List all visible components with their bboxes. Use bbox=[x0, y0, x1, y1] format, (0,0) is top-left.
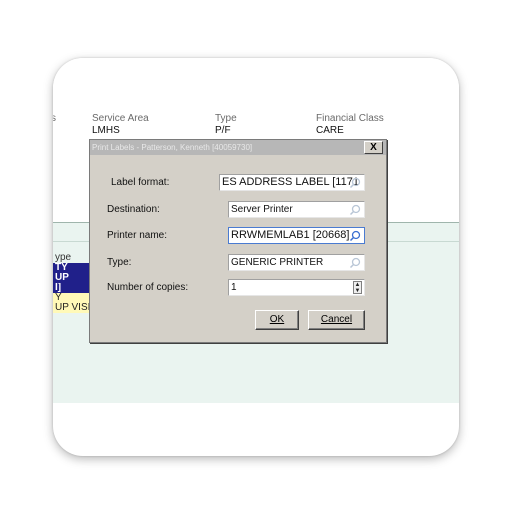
print-labels-dialog: Print Labels - Patterson, Kenneth [40059… bbox=[89, 139, 387, 343]
label-format-field[interactable]: ES ADDRESS LABEL [1171 bbox=[219, 174, 365, 191]
list-item[interactable]: UP VISIT bbox=[53, 303, 89, 313]
type-value: GENERIC PRINTER bbox=[231, 257, 324, 268]
type-label: Type bbox=[215, 113, 237, 124]
destination-label: Destination: bbox=[107, 204, 160, 215]
printer-name-value: RRWMEMLAB1 [20668] bbox=[231, 229, 350, 241]
close-button[interactable]: X bbox=[364, 141, 383, 154]
destination-value: Server Printer bbox=[231, 204, 293, 215]
search-icon[interactable] bbox=[349, 257, 361, 269]
search-icon[interactable] bbox=[349, 177, 361, 189]
printer-name-label: Printer name: bbox=[107, 230, 168, 241]
list-item[interactable]: TY bbox=[53, 263, 89, 273]
type-field[interactable]: GENERIC PRINTER bbox=[228, 254, 365, 271]
cancel-button[interactable]: Cancel bbox=[308, 310, 365, 330]
label-format-label: Label format: bbox=[111, 177, 170, 188]
search-icon[interactable] bbox=[349, 230, 361, 242]
dialog-title[interactable]: Print Labels - Patterson, Kenneth [40059… bbox=[90, 140, 386, 155]
visit-list: ype TY UP I] Y UP VISIT bbox=[53, 253, 89, 313]
label-format-value: ES ADDRESS LABEL [1171 bbox=[222, 176, 359, 188]
app-card: s Service Area LMHS Type P/F Financial C… bbox=[53, 58, 459, 456]
service-area-label: Service Area bbox=[92, 113, 149, 124]
list-item[interactable]: Y bbox=[53, 293, 89, 303]
list-item[interactable]: UP bbox=[53, 273, 89, 283]
financial-class-label: Financial Class bbox=[316, 113, 384, 124]
list-type-header: ype bbox=[53, 253, 89, 263]
type-label: Type: bbox=[107, 257, 132, 268]
list-item[interactable]: I] bbox=[53, 283, 89, 293]
type-value: P/F bbox=[215, 125, 231, 136]
copies-value: 1 bbox=[231, 282, 237, 293]
spin-down-icon[interactable]: ▼ bbox=[354, 288, 361, 294]
partial-column-label: s bbox=[53, 113, 56, 124]
copies-stepper[interactable]: 1 ▲ ▼ bbox=[228, 279, 365, 296]
service-area-value: LMHS bbox=[92, 125, 120, 136]
destination-field[interactable]: Server Printer bbox=[228, 201, 365, 218]
search-icon[interactable] bbox=[349, 204, 361, 216]
copies-spinner[interactable]: ▲ ▼ bbox=[353, 281, 362, 294]
ok-button[interactable]: OK bbox=[255, 310, 299, 330]
copies-label: Number of copies: bbox=[107, 282, 189, 293]
printer-name-field[interactable]: RRWMEMLAB1 [20668] bbox=[228, 227, 365, 244]
financial-class-value: CARE bbox=[316, 125, 344, 136]
